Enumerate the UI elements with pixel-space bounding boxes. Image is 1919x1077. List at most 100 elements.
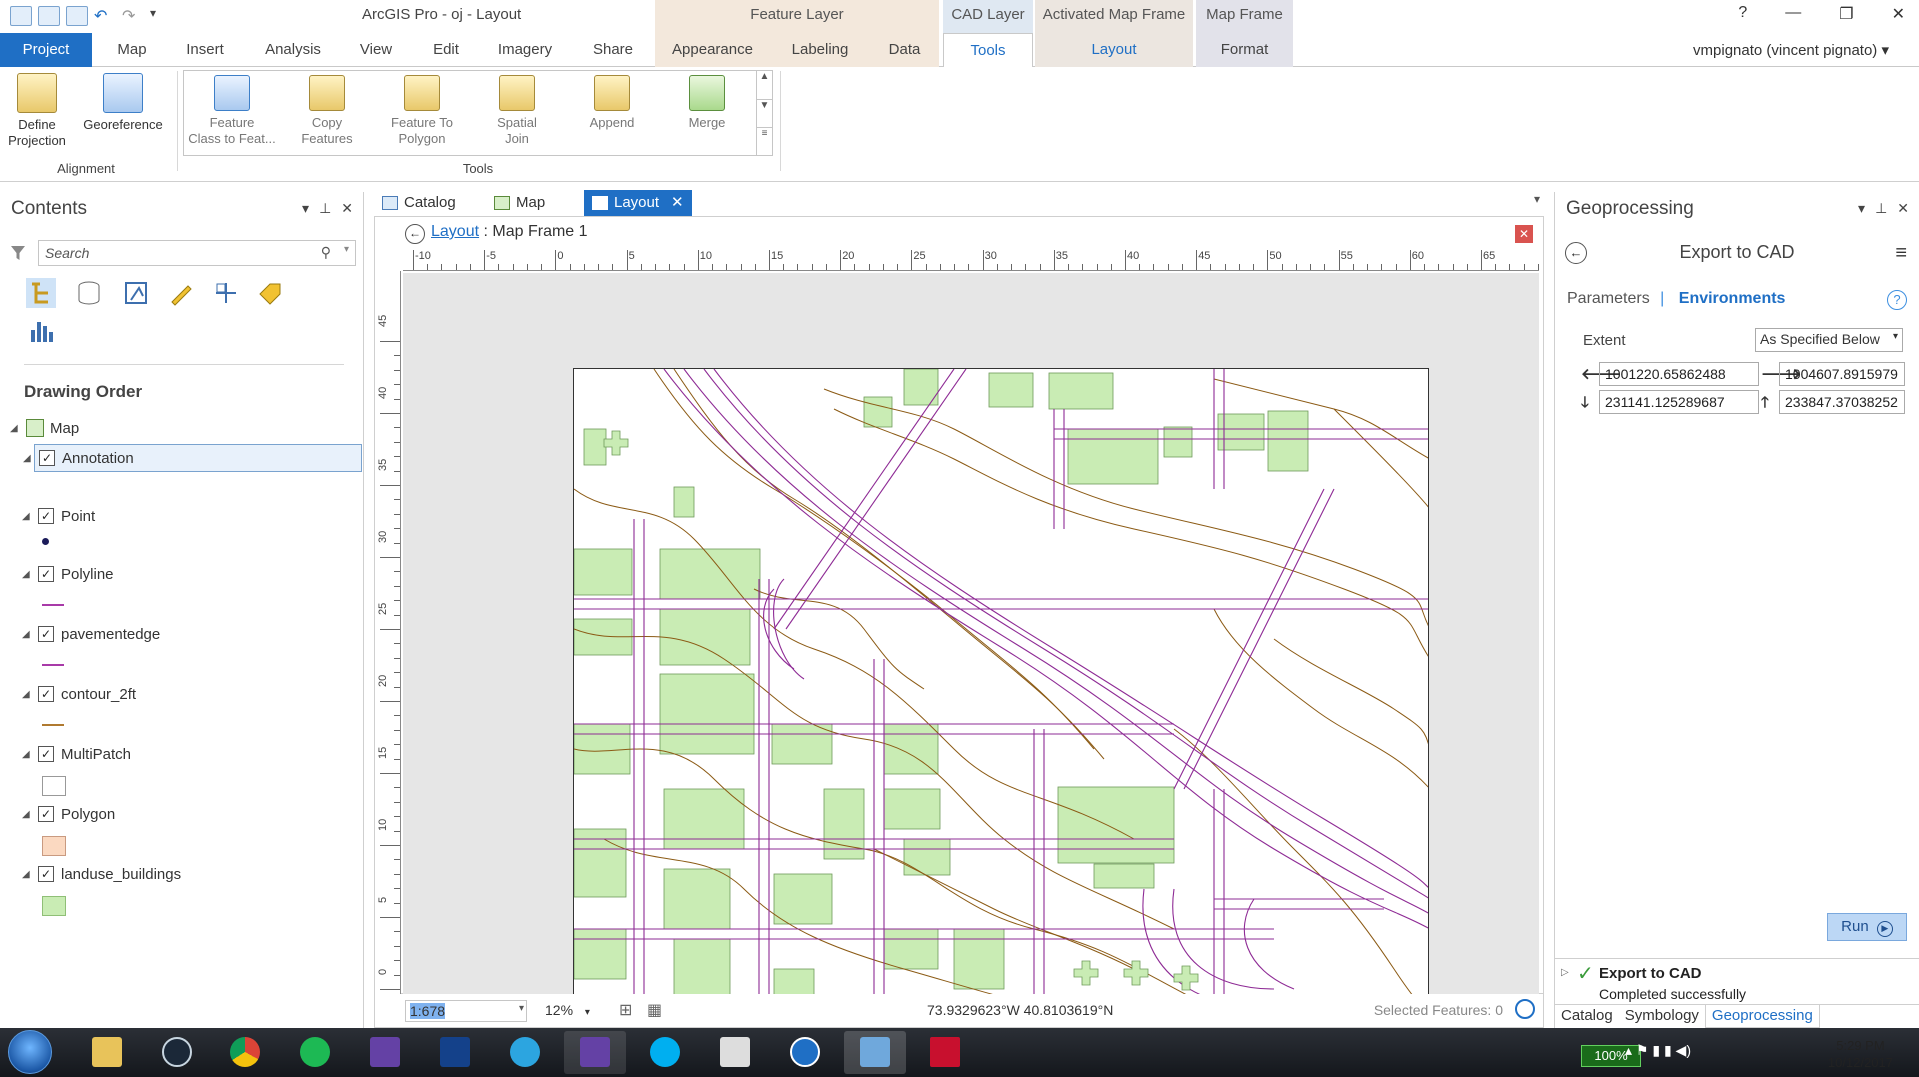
menu-icon[interactable]: ≡	[1895, 242, 1907, 265]
search-input[interactable]: Search ⚲ ▾	[38, 240, 356, 266]
feature-to-polygon-button[interactable]: Feature To Polygon	[376, 75, 468, 147]
open-project-icon[interactable]	[38, 6, 60, 26]
tab-insert[interactable]: Insert	[180, 33, 230, 67]
gallery-scroll-down-icon[interactable]: ▼	[756, 99, 772, 127]
breadcrumb-layout-link[interactable]: Layout	[431, 223, 479, 240]
tab-map[interactable]: Map	[112, 33, 152, 67]
extent-right-field[interactable]: 1004607.8915979	[1779, 362, 1905, 386]
toc-layer-point[interactable]: ◢ ✓ Point	[0, 504, 95, 528]
save-icon[interactable]	[66, 6, 88, 26]
tray-icons[interactable]: ▴ ⚑ ▮ ▮ ◀)	[1625, 1042, 1691, 1059]
selected-features-count[interactable]: Selected Features: 0	[1374, 1002, 1503, 1018]
scale-dropdown-icon[interactable]: ▾	[519, 1003, 524, 1014]
undo-icon[interactable]: ↶	[94, 6, 116, 26]
list-by-drawing-order-icon[interactable]	[26, 278, 56, 308]
toc-layer-polyline[interactable]: ◢ ✓ Polyline	[0, 562, 114, 586]
tab-appearance[interactable]: Appearance	[655, 33, 770, 67]
close-activation-icon[interactable]: ✕	[1515, 225, 1533, 243]
merge-button[interactable]: Merge	[661, 75, 753, 131]
collapse-triangle-icon[interactable]: ◢	[22, 809, 34, 820]
layer-visibility-checkbox[interactable]: ✓	[38, 866, 54, 882]
pin-icon[interactable]: ⊥	[319, 200, 331, 217]
tab-environments[interactable]: Environments	[1679, 290, 1786, 307]
start-button[interactable]	[8, 1030, 52, 1074]
extent-top-field[interactable]: 233847.37038252	[1779, 390, 1905, 414]
taskbar-app-cat[interactable]	[704, 1031, 766, 1074]
tab-view[interactable]: View	[355, 33, 397, 67]
taskbar-autocad[interactable]	[914, 1031, 976, 1074]
taskbar-blizzard[interactable]	[424, 1031, 486, 1074]
extent-left-field[interactable]: 1001220.65862488	[1599, 362, 1759, 386]
list-by-charts-icon[interactable]	[26, 316, 56, 346]
georeference-button[interactable]: Georeference	[76, 73, 170, 133]
minimize-button[interactable]: —	[1785, 4, 1801, 24]
taskbar-chrome[interactable]	[214, 1031, 276, 1074]
help-icon[interactable]: ?	[1887, 290, 1907, 310]
tab-geoprocessing-pane[interactable]: Geoprocessing	[1704, 1005, 1820, 1028]
feature-class-to-feature-class-button[interactable]: Feature Class to Feat...	[186, 75, 278, 147]
tab-catalog-view[interactable]: Catalog	[374, 190, 464, 216]
gallery-expand-icon[interactable]: ≡	[756, 127, 772, 155]
pane-options-icon[interactable]: ▾	[302, 200, 309, 217]
user-account[interactable]: vmpignato (vincent pignato) ▾	[1693, 41, 1889, 59]
tab-layout[interactable]: Layout	[1035, 33, 1193, 67]
tab-project[interactable]: Project	[0, 33, 92, 67]
tab-labeling[interactable]: Labeling	[770, 33, 870, 67]
append-button[interactable]: Append	[566, 75, 658, 131]
tab-list-dropdown-icon[interactable]: ▾	[1534, 192, 1540, 206]
layer-visibility-checkbox[interactable]: ✓	[38, 626, 54, 642]
collapse-triangle-icon[interactable]: ◢	[22, 511, 34, 522]
list-by-data-source-icon[interactable]	[74, 278, 104, 308]
customize-qat-icon[interactable]: ▾	[150, 6, 172, 26]
map-frame[interactable]	[573, 368, 1429, 1008]
new-project-icon[interactable]	[10, 6, 32, 26]
scale-input[interactable]: 1:678 ▾	[405, 1000, 527, 1022]
zoom-level[interactable]: 12% ▾	[545, 1002, 590, 1018]
close-pane-icon[interactable]: ✕	[1897, 200, 1909, 217]
list-by-labeling-icon[interactable]	[256, 278, 286, 308]
toc-layer-landuse-buildings[interactable]: ◢ ✓ landuse_buildings	[0, 862, 181, 886]
define-projection-button[interactable]: Define Projection	[2, 73, 72, 149]
grid-icon[interactable]: ▦	[647, 1000, 662, 1020]
taskbar-spotify[interactable]	[284, 1031, 346, 1074]
expand-triangle-icon[interactable]: ▷	[1561, 967, 1569, 978]
toc-map-row[interactable]: ◢ Map	[0, 416, 79, 440]
layer-visibility-checkbox[interactable]: ✓	[38, 746, 54, 762]
filter-icon[interactable]	[10, 244, 26, 262]
tab-edit[interactable]: Edit	[428, 33, 464, 67]
pane-options-icon[interactable]: ▾	[1858, 200, 1865, 217]
collapse-triangle-icon[interactable]: ◢	[22, 869, 34, 880]
toc-layer-contour[interactable]: ◢ ✓ contour_2ft	[0, 682, 136, 706]
pin-icon[interactable]: ⊥	[1875, 200, 1887, 217]
collapse-triangle-icon[interactable]: ◢	[22, 689, 34, 700]
list-by-snapping-icon[interactable]	[211, 278, 241, 308]
help-button[interactable]: ?	[1738, 4, 1747, 24]
collapse-triangle-icon[interactable]: ◢	[22, 629, 34, 640]
layer-visibility-checkbox[interactable]: ✓	[38, 508, 54, 524]
taskbar-skype[interactable]	[634, 1031, 696, 1074]
extent-dropdown[interactable]: As Specified Below ▾	[1755, 328, 1903, 352]
back-icon[interactable]: ←	[405, 224, 425, 244]
taskbar-steam[interactable]	[146, 1031, 208, 1074]
collapse-triangle-icon[interactable]: ◢	[22, 569, 34, 580]
close-tab-icon[interactable]: ✕	[671, 190, 684, 216]
collapse-triangle-icon[interactable]: ◢	[23, 453, 35, 464]
restore-button[interactable]: ❐	[1839, 4, 1853, 24]
taskbar-telegram[interactable]	[494, 1031, 556, 1074]
layer-visibility-checkbox[interactable]: ✓	[39, 450, 55, 466]
tab-format[interactable]: Format	[1196, 33, 1293, 67]
spatial-join-button[interactable]: Spatial Join	[471, 75, 563, 147]
tab-tools[interactable]: Tools	[943, 33, 1033, 67]
collapse-triangle-icon[interactable]: ◢	[22, 749, 34, 760]
system-clock[interactable]: 5:29 PM 10/12/2017	[1828, 1037, 1893, 1071]
copy-features-button[interactable]: Copy Features	[281, 75, 373, 147]
tab-symbology-pane[interactable]: Symbology	[1619, 1005, 1705, 1028]
tab-share[interactable]: Share	[590, 33, 636, 67]
extent-bottom-field[interactable]: 231141.125289687	[1599, 390, 1759, 414]
list-by-selection-icon[interactable]	[121, 278, 151, 308]
close-pane-icon[interactable]: ✕	[341, 200, 353, 217]
layer-visibility-checkbox[interactable]: ✓	[38, 806, 54, 822]
tab-parameters[interactable]: Parameters	[1567, 290, 1650, 307]
toc-layer-polygon[interactable]: ◢ ✓ Polygon	[0, 802, 115, 826]
layer-visibility-checkbox[interactable]: ✓	[38, 566, 54, 582]
